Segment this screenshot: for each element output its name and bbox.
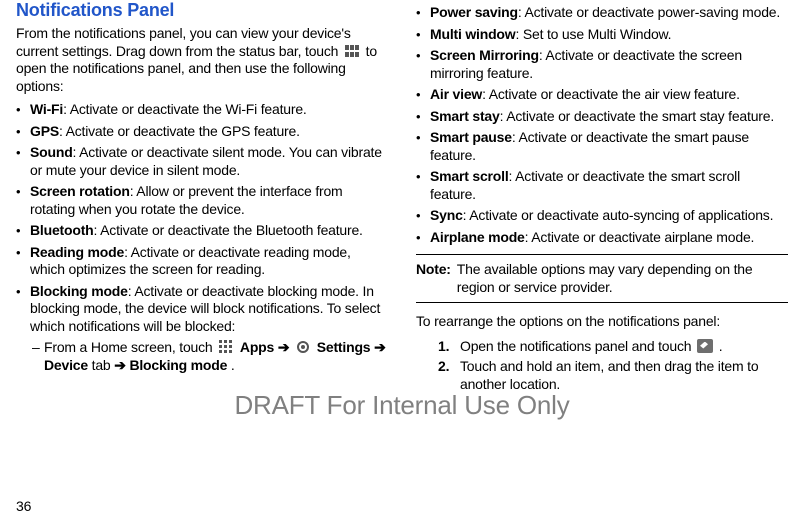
term: Blocking mode	[30, 283, 128, 299]
desc: : Set to use Multi Window.	[515, 26, 671, 42]
substep-text: From a Home screen, touch	[44, 339, 216, 355]
blocking-mode-label: Blocking mode	[129, 357, 227, 373]
step-number: 1.	[438, 337, 460, 355]
arrow-icon: ➔	[374, 339, 386, 355]
term: Multi window	[430, 26, 515, 42]
step-item: 1. Open the notifications panel and touc…	[438, 337, 788, 355]
list-item: • Screen rotation: Allow or prevent the …	[16, 183, 388, 218]
arrow-icon: ➔	[278, 339, 293, 355]
arrow-icon: ➔	[114, 357, 129, 373]
section-heading: Notifications Panel	[16, 0, 388, 21]
list-item: • Multi window: Set to use Multi Window.	[416, 26, 788, 44]
right-bullet-list: • Power saving: Activate or deactivate p…	[416, 4, 788, 246]
list-item: • Smart pause: Activate or deactivate th…	[416, 129, 788, 164]
note-block: Note: The available options may vary dep…	[416, 254, 788, 303]
list-item: • Bluetooth: Activate or deactivate the …	[16, 222, 388, 240]
note-rule-top	[416, 254, 788, 255]
term: Wi-Fi	[30, 101, 63, 117]
term: Sync	[430, 207, 463, 223]
list-item: • GPS: Activate or deactivate the GPS fe…	[16, 123, 388, 141]
page-number: 36	[16, 498, 31, 514]
list-item: • Sound: Activate or deactivate silent m…	[16, 144, 388, 179]
apps-label: Apps	[240, 339, 274, 355]
left-bullet-list: • Wi-Fi: Activate or deactivate the Wi-F…	[16, 101, 388, 374]
list-item: • Sync: Activate or deactivate auto-sync…	[416, 207, 788, 225]
note-rule-bottom	[416, 302, 788, 303]
right-column: • Power saving: Activate or deactivate p…	[416, 0, 788, 395]
term: Reading mode	[30, 244, 124, 260]
desc: : Activate or deactivate the GPS feature…	[59, 123, 300, 139]
settings-gear-icon	[295, 340, 311, 354]
note-text: The available options may vary depending…	[457, 261, 788, 296]
step-text-post: .	[719, 338, 723, 354]
term: GPS	[30, 123, 59, 139]
intro-text-1: From the notifications panel, you can vi…	[16, 25, 351, 59]
desc: : Activate or deactivate the Wi-Fi featu…	[63, 101, 307, 117]
desc: : Activate or deactivate power-saving mo…	[518, 4, 780, 20]
desc: : Activate or deactivate silent mode. Yo…	[30, 144, 382, 178]
term: Smart pause	[430, 129, 512, 145]
term: Sound	[30, 144, 73, 160]
list-item: • Airplane mode: Activate or deactivate …	[416, 229, 788, 247]
step-item: 2. Touch and hold an item, and then drag…	[438, 357, 788, 393]
list-item: • Reading mode: Activate or deactivate r…	[16, 244, 388, 279]
desc: : Activate or deactivate the Bluetooth f…	[94, 222, 363, 238]
rearrange-intro: To rearrange the options on the notifica…	[416, 313, 788, 331]
term: Bluetooth	[30, 222, 94, 238]
blocking-substep: – From a Home screen, touch Apps ➔	[32, 339, 388, 374]
list-item: • Smart stay: Activate or deactivate the…	[416, 108, 788, 126]
settings-label: Settings	[317, 339, 371, 355]
step-text: Touch and hold an item, and then drag th…	[460, 357, 788, 393]
term: Power saving	[430, 4, 518, 20]
list-item: • Power saving: Activate or deactivate p…	[416, 4, 788, 22]
step-text: Open the notifications panel and touch	[460, 338, 695, 354]
list-item: • Screen Mirroring: Activate or deactiva…	[416, 47, 788, 82]
period: .	[231, 357, 235, 373]
term: Air view	[430, 86, 482, 102]
desc: : Activate or deactivate airplane mode.	[525, 229, 755, 245]
desc: : Activate or deactivate auto-syncing of…	[463, 207, 774, 223]
quick-panel-grid-icon	[344, 44, 360, 58]
desc: : Activate or deactivate the smart stay …	[500, 108, 774, 124]
device-label: Device	[44, 357, 88, 373]
edit-pencil-icon	[697, 339, 713, 353]
list-item: • Blocking mode: Activate or deactivate …	[16, 283, 388, 336]
term: Screen Mirroring	[430, 47, 539, 63]
list-item: • Air view: Activate or deactivate the a…	[416, 86, 788, 104]
left-column: Notifications Panel From the notificatio…	[16, 0, 388, 395]
term: Screen rotation	[30, 183, 130, 199]
term: Airplane mode	[430, 229, 525, 245]
step-number: 2.	[438, 357, 460, 393]
tab-word: tab	[92, 357, 115, 373]
apps-grid-icon	[218, 340, 234, 354]
term: Smart stay	[430, 108, 500, 124]
term: Smart scroll	[430, 168, 509, 184]
list-item: • Wi-Fi: Activate or deactivate the Wi-F…	[16, 101, 388, 119]
desc: : Activate or deactivate the air view fe…	[482, 86, 740, 102]
note-label: Note:	[416, 261, 451, 296]
intro-paragraph: From the notifications panel, you can vi…	[16, 25, 388, 95]
list-item: • Smart scroll: Activate or deactivate t…	[416, 168, 788, 203]
